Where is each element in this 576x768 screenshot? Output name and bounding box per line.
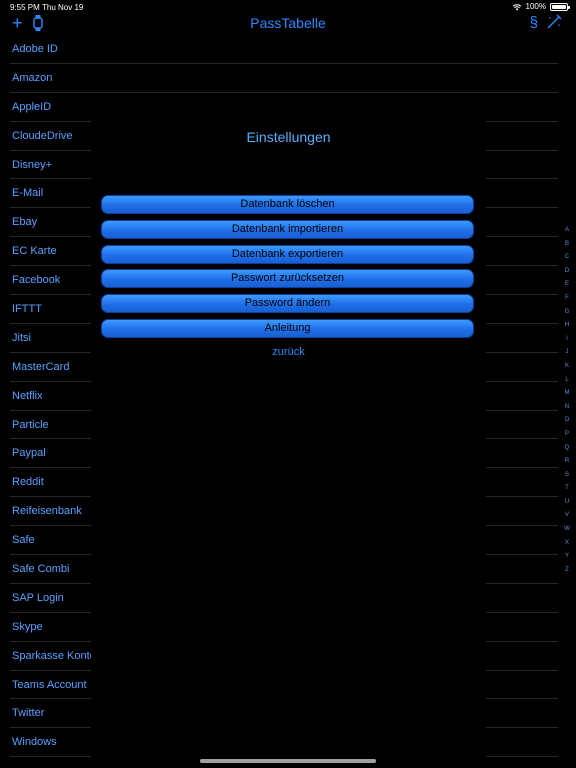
list-item-label: Disney+	[12, 158, 53, 171]
list-item-label: IFTTT	[12, 303, 42, 316]
index-letter[interactable]: U	[562, 496, 572, 510]
nav-title: PassTabelle	[250, 15, 326, 31]
index-letter[interactable]: F	[562, 292, 572, 306]
list-item-label: Paypal	[12, 447, 46, 460]
list-item-label: Reddit	[12, 476, 44, 489]
delete-database-button[interactable]: Datenbank löschen	[101, 195, 474, 214]
list-item-label: Particle	[12, 418, 49, 431]
list-item[interactable]: Adobe ID	[0, 35, 576, 64]
index-letter[interactable]: E	[562, 278, 572, 292]
wand-icon[interactable]	[546, 14, 562, 35]
list-item-label: E-Mail	[12, 187, 44, 200]
alphabet-index[interactable]: ABCDEFGHIJKLMNOPQRSTUVWXYZ	[562, 224, 572, 577]
status-time: 9:55 PM	[10, 3, 40, 12]
index-letter[interactable]: B	[562, 238, 572, 252]
index-letter[interactable]: Q	[562, 442, 572, 456]
change-password-button[interactable]: Password ändern	[101, 294, 474, 313]
list-item-label: MasterCard	[12, 360, 70, 373]
export-database-button[interactable]: Datenbank exportieren	[101, 245, 474, 264]
index-letter[interactable]: R	[562, 455, 572, 469]
list-item[interactable]: Amazon	[0, 64, 576, 93]
section-button[interactable]: §	[530, 14, 538, 32]
modal-title: Einstellungen	[246, 129, 331, 145]
nav-bar: + PassTabelle §	[0, 12, 576, 34]
reset-password-button[interactable]: Passwort zurücksetzen	[101, 269, 474, 288]
list-item-label: EC Karte	[12, 245, 57, 258]
list-item-label: Teams Account	[12, 678, 87, 691]
index-letter[interactable]: J	[562, 346, 572, 360]
list-item-label: AppleID	[12, 100, 52, 113]
status-right: 100%	[512, 2, 570, 11]
list-item-label: Sparkasse Konto	[12, 649, 92, 662]
list-item-label: Amazon	[12, 71, 53, 84]
index-letter[interactable]: D	[562, 265, 572, 279]
battery-icon	[550, 2, 570, 11]
list-item-label: Safe	[12, 534, 35, 547]
list-item-label: SAP Login	[12, 591, 64, 604]
index-letter[interactable]: Z	[562, 564, 572, 578]
list-item-label: Skype	[12, 620, 43, 633]
settings-modal: Einstellungen Datenbank löschen Datenban…	[91, 95, 486, 768]
list-item-label: Reifeisenbank	[12, 505, 82, 518]
list-item-label: CloudeDrive	[12, 129, 73, 142]
index-letter[interactable]: H	[562, 319, 572, 333]
list-item-label: Jitsi	[12, 331, 31, 344]
index-letter[interactable]: N	[562, 401, 572, 415]
index-letter[interactable]: V	[562, 509, 572, 523]
list-item-label: Windows	[12, 736, 57, 749]
index-letter[interactable]: Y	[562, 550, 572, 564]
battery-percent: 100%	[525, 2, 546, 11]
list-item-label: Ebay	[12, 216, 38, 229]
index-letter[interactable]: K	[562, 360, 572, 374]
index-letter[interactable]: I	[562, 333, 572, 347]
list-item-label: Facebook	[12, 274, 61, 287]
list-item-label: Safe Combi	[12, 563, 70, 576]
index-letter[interactable]: S	[562, 469, 572, 483]
status-date: Thu Nov 19	[42, 3, 84, 12]
home-indicator	[200, 759, 376, 763]
index-letter[interactable]: A	[562, 224, 572, 238]
index-letter[interactable]: X	[562, 537, 572, 551]
index-letter[interactable]: C	[562, 251, 572, 265]
list-item-label: Netflix	[12, 389, 43, 402]
index-letter[interactable]: O	[562, 414, 572, 428]
import-database-button[interactable]: Datenbank importieren	[101, 220, 474, 239]
list-item-label: Twitter	[12, 707, 45, 720]
index-letter[interactable]: T	[562, 482, 572, 496]
manual-button[interactable]: Anleitung	[101, 319, 474, 338]
index-letter[interactable]: M	[562, 387, 572, 401]
index-letter[interactable]: P	[562, 428, 572, 442]
index-letter[interactable]: W	[562, 523, 572, 537]
index-letter[interactable]: G	[562, 306, 572, 320]
wifi-icon	[512, 3, 521, 10]
back-link[interactable]: zurück	[91, 346, 486, 358]
index-letter[interactable]: L	[562, 374, 572, 388]
list-item-label: Adobe ID	[12, 43, 58, 55]
